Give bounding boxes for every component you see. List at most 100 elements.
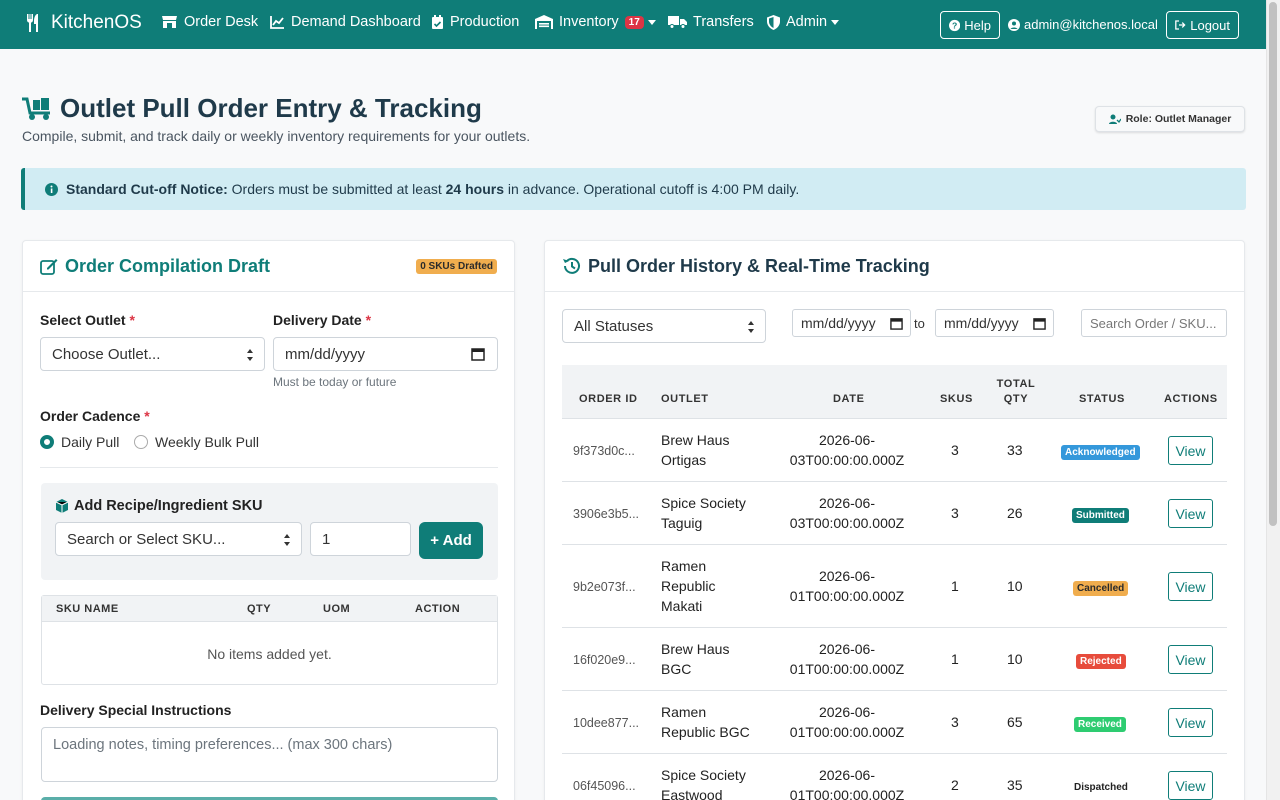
outlet-name: Ramen Republic Makati xyxy=(661,558,716,614)
calendar-check-icon xyxy=(432,14,443,29)
nav-order-desk[interactable]: Order Desk xyxy=(161,14,258,30)
question-circle-icon: ? xyxy=(949,19,961,31)
order-id[interactable]: 16f020e9... xyxy=(573,650,636,670)
table-row: 10dee877... Ramen Republic BGC 2026-06- 01… xyxy=(562,691,1227,754)
instructions-textarea[interactable]: Loading notes, timing preferences... (ma… xyxy=(41,727,498,782)
delivery-date-input[interactable]: mm/dd/yyyy xyxy=(273,337,498,371)
draft-title: Order Compilation Draft xyxy=(65,255,271,276)
total-qty: 10 xyxy=(1007,651,1023,667)
warehouse-icon xyxy=(535,15,553,29)
order-date: 2026-06- 01T00:00:00.000Z xyxy=(789,704,905,740)
logout-button[interactable]: Logout xyxy=(1166,11,1239,39)
table-row: 06f45096... Spice Society Eastwood 2026-0… xyxy=(562,754,1227,800)
status-badge: Submitted xyxy=(1072,508,1129,523)
scrollbar-thumb[interactable] xyxy=(1269,2,1277,526)
order-id[interactable]: 9f373d0c... xyxy=(573,441,635,461)
cadence-weekly-radio[interactable]: Weekly Bulk Pull xyxy=(134,434,259,450)
col-actions: ACTIONS xyxy=(1164,393,1218,405)
view-order-button[interactable]: View xyxy=(1168,771,1213,800)
chevron-down-icon xyxy=(831,19,840,25)
sku-select[interactable]: Search or Select SKU... xyxy=(55,522,302,556)
nav-admin[interactable]: Admin xyxy=(767,14,840,30)
brand[interactable]: KitchenOS xyxy=(25,12,142,34)
view-order-button[interactable]: View xyxy=(1168,499,1213,528)
col-action: ACTION xyxy=(415,603,461,615)
select-arrows-icon xyxy=(748,321,754,333)
nav-order-desk-label: Order Desk xyxy=(184,14,259,30)
status-filter-select[interactable]: All Statuses xyxy=(562,309,766,343)
order-id[interactable]: 3906e3b5... xyxy=(573,504,639,524)
user-tag-icon xyxy=(1108,114,1121,124)
user-circle-icon xyxy=(1008,18,1020,31)
date-to-value: mm/dd/yyyy xyxy=(944,315,1019,331)
table-row: 3906e3b5... Spice Society Taguig 2026-06-… xyxy=(562,482,1227,545)
outlet-select[interactable]: Choose Outlet... xyxy=(40,337,265,371)
user-email: admin@kitchenos.local xyxy=(1024,17,1158,32)
view-order-button[interactable]: View xyxy=(1168,645,1213,674)
order-draft-card: Order Compilation Draft 0 SKUs Drafted S… xyxy=(22,240,515,800)
add-sku-title: Add Recipe/Ingredient SKU xyxy=(55,498,263,514)
draft-items-table: SKU NAME QTY UOM ACTION No items added y… xyxy=(41,595,498,685)
table-row: 16f020e9... Brew Haus BGC 2026-06- 01T00:0… xyxy=(562,628,1227,691)
outlet-select-value: Choose Outlet... xyxy=(52,345,161,363)
instructions-label: Delivery Special Instructions xyxy=(40,702,232,718)
cadence-daily-radio[interactable]: Daily Pull xyxy=(40,434,119,450)
outlet-name: Spice Society Taguig xyxy=(661,495,746,531)
user-menu[interactable]: admin@kitchenos.local xyxy=(1008,17,1158,32)
nav-transfers[interactable]: Transfers xyxy=(668,14,754,30)
outlet-name: Brew Haus BGC xyxy=(661,641,730,677)
col-outlet: OUTLET xyxy=(661,393,709,405)
total-qty: 35 xyxy=(1007,777,1023,793)
nav-production-label: Production xyxy=(450,14,520,30)
skus-drafted-badge: 0 SKUs Drafted xyxy=(416,259,497,274)
col-skus: SKUS xyxy=(940,393,973,405)
view-order-button[interactable]: View xyxy=(1168,708,1213,737)
calendar-icon[interactable] xyxy=(1033,317,1046,330)
col-order-id: ORDER ID xyxy=(579,393,638,405)
order-id[interactable]: 06f45096... xyxy=(573,776,636,796)
role-label: Role: Outlet Manager xyxy=(1125,113,1232,125)
add-sku-button[interactable]: + Add xyxy=(419,522,483,559)
sku-select-value: Search or Select SKU... xyxy=(67,530,226,548)
empty-state: No items added yet. xyxy=(207,646,332,662)
nav-production[interactable]: Production xyxy=(431,14,519,30)
cadence-label: Order Cadence * xyxy=(40,408,150,424)
nav-inventory[interactable]: Inventory 17 xyxy=(535,14,656,30)
order-id[interactable]: 10dee877... xyxy=(573,713,639,733)
calendar-icon[interactable] xyxy=(471,347,485,361)
status-filter-value: All Statuses xyxy=(574,317,654,335)
col-status: STATUS xyxy=(1079,393,1125,405)
page-scrollbar[interactable] xyxy=(1266,0,1280,800)
view-order-button[interactable]: View xyxy=(1168,572,1213,601)
help-button[interactable]: ? Help xyxy=(940,11,1000,39)
order-date: 2026-06- 01T00:00:00.000Z xyxy=(789,641,905,677)
role-indicator[interactable]: Role: Outlet Manager xyxy=(1095,106,1245,132)
order-id[interactable]: 9b2e073f... xyxy=(573,577,636,597)
date-from-input[interactable]: mm/dd/yyyy xyxy=(792,309,911,337)
order-date: 2026-06- 03T00:00:00.000Z xyxy=(789,495,905,531)
outlet-name: Spice Society Eastwood xyxy=(661,767,746,800)
sku-count: 1 xyxy=(951,578,959,594)
date-from-value: mm/dd/yyyy xyxy=(801,315,876,331)
outlet-name: Ramen Republic BGC xyxy=(661,704,750,740)
order-date: 2026-06- 03T00:00:00.000Z xyxy=(789,432,905,468)
calendar-icon[interactable] xyxy=(890,317,903,330)
history-table-header: ORDER ID OUTLET DATE SKUS TOTAL QTY STAT… xyxy=(562,365,1227,419)
delivery-date-help: Must be today or future xyxy=(273,375,397,389)
sku-count: 3 xyxy=(951,714,959,730)
order-search-input[interactable]: Search Order / SKU... xyxy=(1081,309,1227,337)
page-title-text: Outlet Pull Order Entry & Tracking xyxy=(60,93,482,123)
date-to-input[interactable]: mm/dd/yyyy xyxy=(935,309,1054,337)
col-qty: QTY xyxy=(247,603,272,615)
sku-count: 3 xyxy=(951,442,959,458)
view-order-button[interactable]: View xyxy=(1168,436,1213,465)
sku-qty-value: 1 xyxy=(322,530,331,548)
cutoff-alert: Standard Cut-off Notice: Orders must be … xyxy=(21,168,1246,210)
history-title: Pull Order History & Real-Time Tracking xyxy=(588,255,930,276)
chevron-down-icon xyxy=(647,19,656,25)
brand-name: KitchenOS xyxy=(51,12,142,33)
nav-demand-dashboard[interactable]: Demand Dashboard xyxy=(270,14,421,30)
sku-qty-input[interactable]: 1 xyxy=(310,522,411,556)
total-qty: 26 xyxy=(1007,505,1023,521)
info-circle-icon xyxy=(45,182,58,196)
